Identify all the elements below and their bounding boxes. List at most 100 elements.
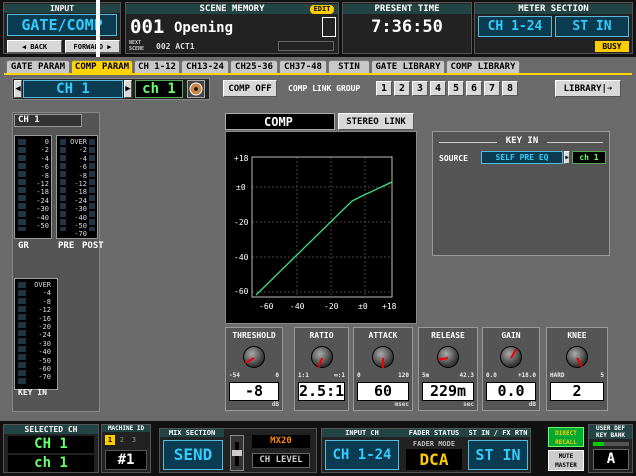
meter-scale-mark: -18 xyxy=(36,188,49,197)
selected-ch-panel: SELECTED CH CH 1 ch 1 xyxy=(3,424,99,473)
tab-ch13-24[interactable]: CH13-24 xyxy=(181,60,229,73)
present-time: 7:36:50 xyxy=(371,17,443,37)
comp-curve-svg: +18 ±0 -20 -40 -60 -60 -40 -20 ±0 +18 xyxy=(234,154,397,311)
param-value[interactable]: 2.5:1 xyxy=(298,382,345,401)
channel-next-button[interactable]: ▶ xyxy=(124,80,132,98)
scene-name: Opening xyxy=(174,20,234,36)
post-label: POST xyxy=(82,241,104,251)
comp-link-group-button-7[interactable]: 7 xyxy=(484,81,500,96)
mute-master-button[interactable]: MUTE MASTER xyxy=(548,450,584,471)
input-title: INPUT xyxy=(4,4,120,13)
comp-link-group-button-5[interactable]: 5 xyxy=(448,81,464,96)
busy-badge: BUSY xyxy=(595,41,629,52)
meter-scale-mark: -70 xyxy=(38,373,51,382)
meter-scale-mark: -2 xyxy=(40,146,49,155)
gr-meter-bar xyxy=(18,139,26,231)
back-button[interactable]: ◀ BACK xyxy=(7,40,62,53)
channel-name[interactable]: ch 1 xyxy=(135,80,183,98)
param-knob[interactable] xyxy=(566,346,588,368)
channel-icon[interactable] xyxy=(187,80,205,98)
screen-name[interactable]: GATE/COMP xyxy=(7,14,117,36)
param-name: GAIN xyxy=(501,331,521,340)
param-threshold: THRESHOLD -54 0 -8 dB xyxy=(225,327,283,411)
tab-ch-1-12[interactable]: CH 1-12 xyxy=(134,60,180,73)
meter-scale-mark: -12 xyxy=(38,306,51,315)
fader-status-panel: INPUT CH FADER STATUS ST IN / FX RTN CH … xyxy=(321,428,531,473)
selected-ch-name: ch 1 xyxy=(8,455,94,472)
param-knob[interactable] xyxy=(372,346,394,368)
param-min: 0.0 xyxy=(486,372,497,379)
comp-link-group-button-4[interactable]: 4 xyxy=(430,81,446,96)
param-value[interactable]: 0.0 xyxy=(486,382,536,401)
comp-link-group-button-6[interactable]: 6 xyxy=(466,81,482,96)
fader-mode-title: FADER MODE xyxy=(412,440,456,448)
param-value[interactable]: 2 xyxy=(550,382,604,401)
source-next-button[interactable]: ▶ xyxy=(564,151,570,164)
comp-link-group-button-1[interactable]: 1 xyxy=(376,81,392,96)
meter-scale-mark: -8 xyxy=(40,171,49,180)
tab-ch25-36[interactable]: CH25-36 xyxy=(230,60,278,73)
meter-scale-mark: -8 xyxy=(78,171,87,180)
user-def-indicator xyxy=(593,442,629,446)
meter-scale-mark: OVER xyxy=(70,138,87,146)
key-in-scale: OVER -4 -8 -12 -16 -20 -24 -30 -40 -50 -60 -70 xyxy=(27,281,51,382)
param-name: KNEE xyxy=(567,331,587,340)
param-unit: sec xyxy=(463,401,474,408)
user-def-title: USER DEF KEY BANK xyxy=(589,425,632,439)
param-knob[interactable] xyxy=(243,346,265,368)
tab-ch37-48[interactable]: CH37-48 xyxy=(279,60,327,73)
stereo-link-button[interactable]: STEREO LINK xyxy=(338,113,414,130)
graph-x-tick: +18 xyxy=(382,302,397,311)
gr-label: GR xyxy=(18,241,29,251)
tab-gate-library[interactable]: GATE LIBRARY xyxy=(371,60,445,73)
machine-id-2: 2 xyxy=(119,436,125,444)
tab-comp-param[interactable]: COMP PARAM xyxy=(71,60,133,73)
param-knee: KNEE HARD 5 2 xyxy=(546,327,608,411)
param-knob[interactable] xyxy=(500,346,522,368)
tab-stin[interactable]: STIN xyxy=(328,60,370,73)
param-knob[interactable] xyxy=(310,346,333,368)
user-def-bank[interactable]: A xyxy=(593,449,629,470)
mix-name: MX20 xyxy=(252,435,310,448)
param-value[interactable]: 60 xyxy=(357,382,409,401)
cursor-marker xyxy=(96,0,100,60)
library-button[interactable]: LIBRARY|➔ xyxy=(555,80,621,97)
stin-button[interactable]: ST IN xyxy=(468,440,528,470)
meter-scale-mark: -8 xyxy=(42,297,51,306)
comp-link-group-button-2[interactable]: 2 xyxy=(394,81,410,96)
meter-scale-mark: -40 xyxy=(38,348,51,357)
param-name: ATTACK xyxy=(368,331,398,340)
selected-ch: CH 1 xyxy=(8,436,94,453)
param-value[interactable]: 229m xyxy=(422,382,474,401)
meter-stin-button[interactable]: ST IN xyxy=(555,16,629,37)
meter-scale-mark: -70 xyxy=(74,230,87,239)
source-value[interactable]: SELF PRE EQ xyxy=(481,151,563,164)
channel-lcd[interactable]: CH 1 xyxy=(23,80,123,98)
send-button[interactable]: SEND xyxy=(163,440,223,470)
meter-scale-mark: -40 xyxy=(36,213,49,222)
source-label: SOURCE xyxy=(439,154,468,163)
comp-link-group-button-8[interactable]: 8 xyxy=(502,81,518,96)
scene-memory-panel[interactable]: SCENE MEMORY EDIT 001 Opening NEXT SCENE… xyxy=(125,2,339,54)
tab-comp-library[interactable]: COMP LIBRARY xyxy=(446,60,520,73)
ch-level: CH LEVEL xyxy=(252,453,310,468)
pre-post-scale: OVER -2 -4 -6 -8 -12 -18 -24 -30 -40 -50 -70 xyxy=(65,138,87,239)
comp-link-group-button-3[interactable]: 3 xyxy=(412,81,428,96)
meter-scale-mark: -4 xyxy=(42,289,51,298)
tab-gate-param[interactable]: GATE PARAM xyxy=(6,60,70,73)
input-ch-title: INPUT CH xyxy=(322,429,402,437)
machine-id: #1 xyxy=(105,450,147,470)
key-in-meter: OVER -4 -8 -12 -16 -20 -24 -30 -40 -50 -60 -70 xyxy=(14,278,58,390)
param-unit: msec xyxy=(394,401,409,408)
channel-prev-button[interactable]: ◀ xyxy=(14,80,22,98)
meter-ch-button[interactable]: CH 1-24 xyxy=(478,16,552,37)
comp-off-button[interactable]: COMP OFF xyxy=(223,80,277,97)
forward-button[interactable]: FORWARD ▶ xyxy=(65,40,120,53)
direct-recall-button[interactable]: DIRECT RECALL xyxy=(548,427,584,447)
input-ch-button[interactable]: CH 1-24 xyxy=(325,440,399,470)
meter-scale-mark: -12 xyxy=(36,180,49,189)
meter-section-title: METER SECTION xyxy=(475,4,632,14)
param-knob[interactable] xyxy=(437,346,459,368)
param-value[interactable]: -8 xyxy=(229,382,279,401)
comp-title: COMP xyxy=(225,113,335,130)
